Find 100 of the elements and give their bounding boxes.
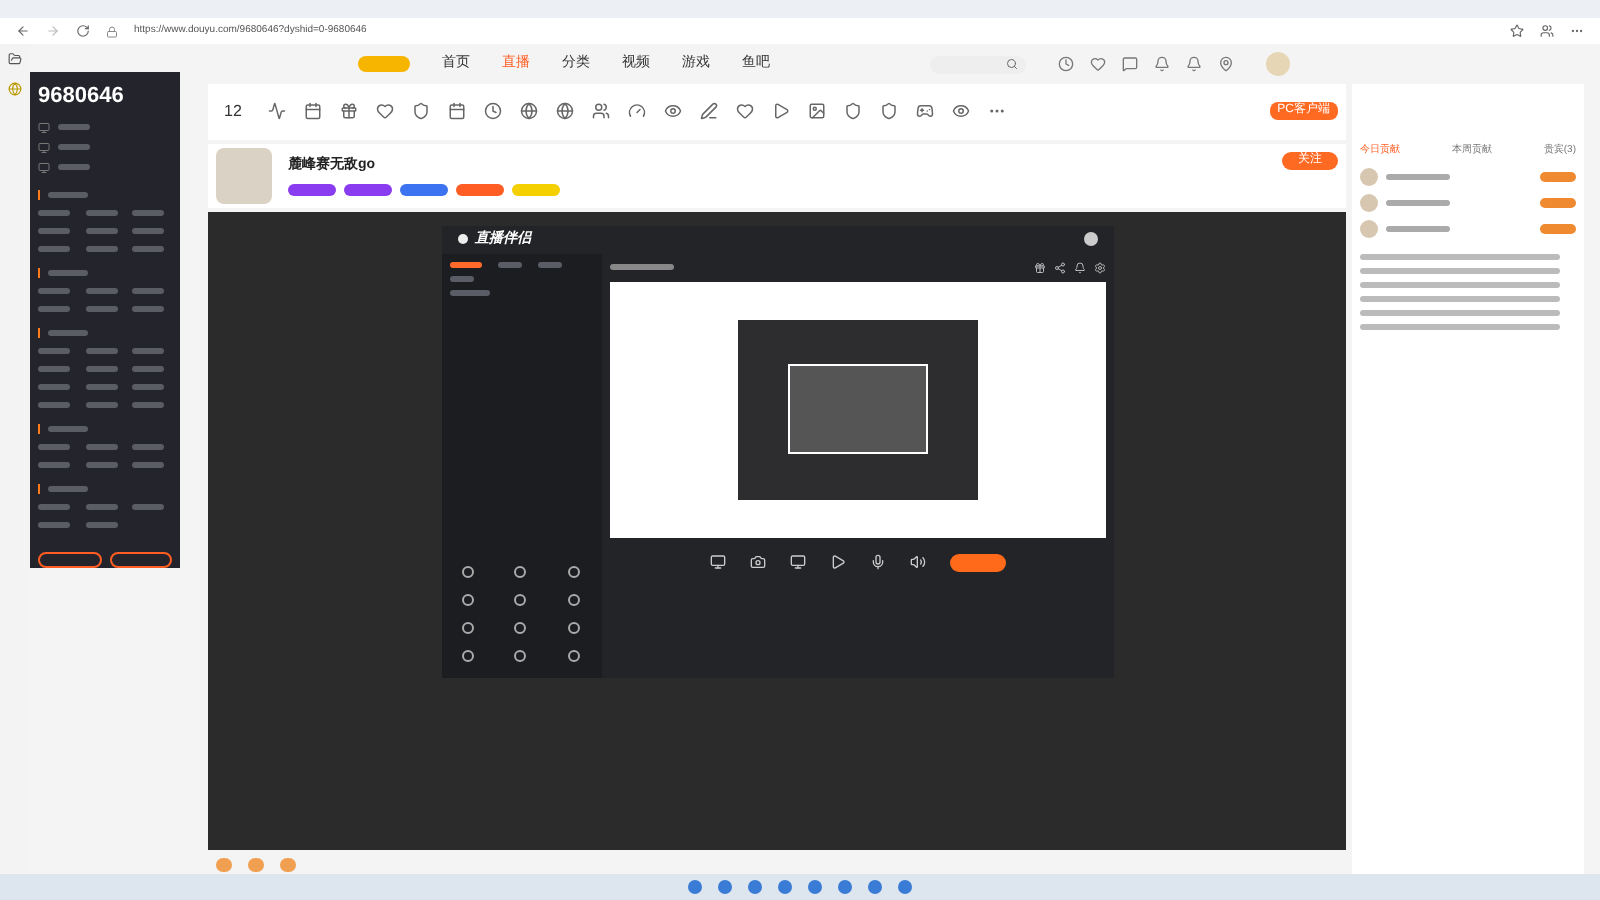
text-smudge [85, 461, 118, 467]
menu-icon[interactable] [1570, 24, 1584, 38]
header-icon[interactable] [1122, 56, 1138, 72]
favorite-icon[interactable] [1510, 24, 1524, 38]
back-icon[interactable] [16, 24, 30, 38]
app-icon[interactable] [688, 880, 702, 894]
feature-icon[interactable] [915, 102, 934, 121]
menu-icon[interactable] [38, 161, 50, 173]
text-smudge [1386, 173, 1450, 179]
lock-icon [106, 25, 118, 37]
app-icon[interactable] [808, 880, 822, 894]
feature-icon[interactable] [375, 102, 394, 121]
text-smudge [85, 287, 118, 293]
tool-icon[interactable] [514, 621, 527, 634]
text-smudge [48, 485, 88, 491]
text-smudge [48, 329, 88, 335]
feature-icon[interactable] [951, 102, 970, 121]
tool-icon[interactable] [568, 565, 581, 578]
app-icon[interactable] [718, 880, 732, 894]
action-icon[interactable] [1073, 261, 1085, 274]
feature-icon[interactable] [519, 102, 538, 121]
tool-icon[interactable] [514, 649, 527, 662]
tool-icon[interactable] [568, 593, 581, 606]
text-smudge [48, 425, 88, 431]
menu-icon[interactable] [38, 141, 50, 153]
text-smudge [132, 347, 165, 353]
text-smudge [85, 521, 118, 527]
app-icon[interactable] [838, 880, 852, 894]
text-smudge [132, 461, 165, 467]
text-smudge [132, 245, 165, 251]
header-icon[interactable] [1218, 56, 1234, 72]
feature-icon[interactable] [843, 102, 862, 121]
text-smudge [38, 401, 70, 407]
download-button[interactable] [38, 551, 101, 567]
text-smudge [449, 275, 473, 282]
text-smudge [132, 443, 165, 449]
feature-icon[interactable] [267, 102, 286, 121]
feature-icon[interactable] [303, 102, 322, 121]
control-icon[interactable] [789, 554, 805, 571]
tool-icon[interactable] [568, 649, 581, 662]
tool-icon[interactable] [461, 621, 474, 634]
action-icon[interactable] [1093, 261, 1105, 274]
text-smudge [85, 305, 118, 311]
feature-icon[interactable] [627, 102, 646, 121]
tool-icon[interactable] [461, 593, 474, 606]
feature-icon[interactable] [807, 102, 826, 121]
feature-icon[interactable] [555, 102, 574, 121]
tool-icon[interactable] [514, 593, 527, 606]
record-button[interactable] [109, 551, 172, 567]
tool-icon[interactable] [461, 649, 474, 662]
feature-icon[interactable] [483, 102, 502, 121]
profile-icon[interactable] [1540, 24, 1554, 38]
feature-icon[interactable] [699, 102, 718, 121]
section-marker [38, 267, 40, 277]
feature-icon[interactable] [663, 102, 682, 121]
text-smudge [85, 245, 118, 251]
section-marker [38, 423, 40, 433]
text-smudge [132, 227, 165, 233]
text-smudge [537, 261, 561, 268]
app-icon[interactable] [898, 880, 912, 894]
badge-pill [288, 183, 336, 196]
text-smudge [38, 227, 70, 233]
feature-icon[interactable] [879, 102, 898, 121]
action-icon[interactable] [1053, 261, 1065, 274]
start-live-button[interactable] [949, 553, 1005, 572]
header-icon[interactable] [1186, 56, 1202, 72]
control-icon[interactable] [829, 554, 845, 571]
tool-icon[interactable] [514, 565, 527, 578]
app-icon[interactable] [868, 880, 882, 894]
text-smudge [85, 383, 118, 389]
header-icon[interactable] [1090, 56, 1106, 72]
tab-icon[interactable] [8, 52, 22, 66]
badge-pill [456, 183, 504, 196]
control-icon[interactable] [709, 554, 725, 571]
control-icon[interactable] [869, 554, 885, 571]
search-field[interactable] [930, 55, 1026, 73]
feature-icon[interactable] [339, 102, 358, 121]
text-smudge [38, 347, 70, 353]
tool-icon[interactable] [568, 621, 581, 634]
tool-icon[interactable] [461, 565, 474, 578]
text-smudge [132, 383, 165, 389]
text-smudge [449, 261, 481, 268]
reload-icon[interactable] [76, 24, 90, 38]
text-smudge [132, 287, 165, 293]
app-icon[interactable] [748, 880, 762, 894]
feature-icon[interactable] [411, 102, 430, 121]
feature-icon[interactable] [591, 102, 610, 121]
header-icon[interactable] [1058, 56, 1074, 72]
header-icon[interactable] [1154, 56, 1170, 72]
text-smudge [85, 443, 118, 449]
control-icon[interactable] [909, 554, 925, 571]
app-icon[interactable] [778, 880, 792, 894]
text-smudge [38, 245, 70, 251]
text-smudge [48, 191, 88, 197]
action-icon[interactable] [1033, 261, 1045, 274]
avatar-icon[interactable] [1083, 232, 1097, 247]
badge-pill [344, 183, 392, 196]
menu-icon[interactable] [38, 121, 50, 133]
control-icon[interactable] [749, 554, 765, 571]
feature-icon[interactable] [447, 102, 466, 121]
